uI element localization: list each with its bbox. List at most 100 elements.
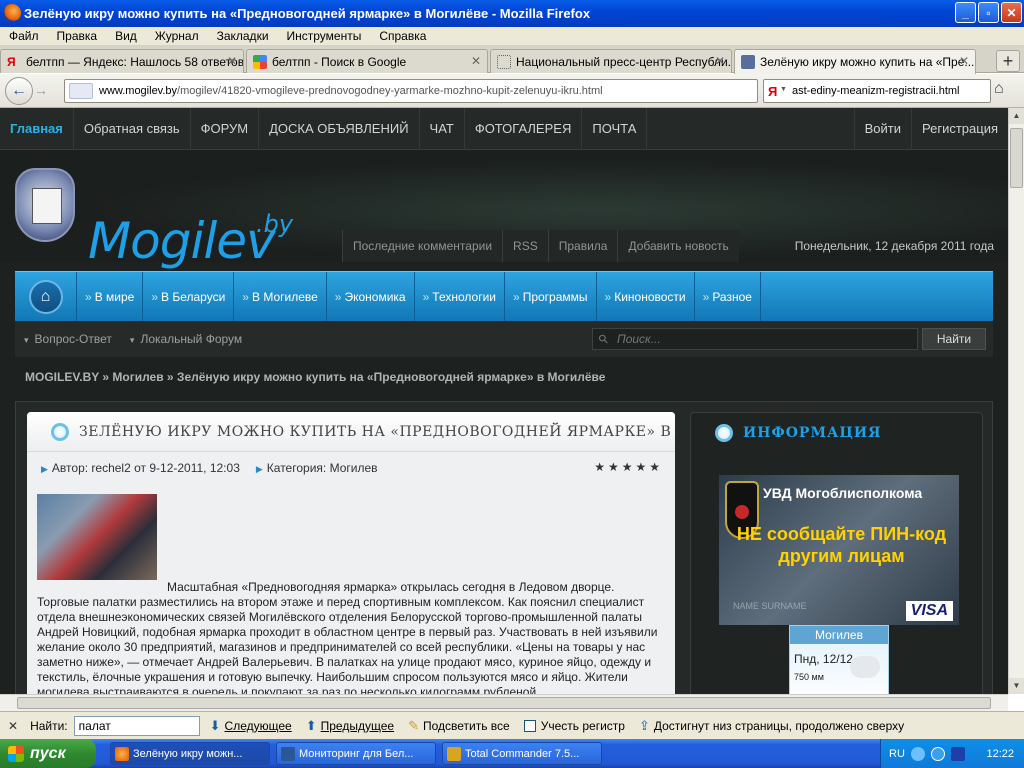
task-firefox[interactable]: Зелёную икру можн... xyxy=(110,742,270,765)
article-photo[interactable] xyxy=(37,494,157,580)
login-link[interactable]: Войти xyxy=(853,108,911,150)
nav-feedback[interactable]: Обратная связь xyxy=(74,108,191,150)
find-close-icon[interactable]: ✕ xyxy=(8,719,18,733)
url-bar[interactable]: www.mogilev.by/mogilev/41820-vmogileve-p… xyxy=(64,79,758,103)
scroll-thumb[interactable] xyxy=(1010,128,1023,188)
info-sidebar: ИНФОРМАЦИЯ УВД Могоблисполкома НЕ сообща… xyxy=(690,412,983,694)
menu-bookmarks[interactable]: Закладки xyxy=(208,29,278,43)
tray-app-icon[interactable] xyxy=(930,746,945,761)
nav-forum[interactable]: ФОРУМ xyxy=(191,108,260,150)
register-link[interactable]: Регистрация xyxy=(911,108,1008,150)
search-bar[interactable]: Я ▼ ast-ediny-meanizm-registracii.html xyxy=(763,79,991,103)
weather-day: Пнд, 12/12 xyxy=(794,652,853,666)
forward-button[interactable]: → xyxy=(34,82,48,98)
find-status: ⇪ Достигнут низ страницы, продолжено свер… xyxy=(638,717,905,733)
network-icon[interactable] xyxy=(910,746,925,761)
tab-close-icon[interactable]: ✕ xyxy=(959,54,969,68)
menu-edit[interactable]: Правка xyxy=(48,29,107,43)
cat-economy[interactable]: Экономика xyxy=(327,272,415,321)
cat-tech[interactable]: Технологии xyxy=(415,272,505,321)
language-indicator[interactable]: RU xyxy=(889,748,905,760)
cat-world[interactable]: В мире xyxy=(77,272,144,321)
tab-google[interactable]: белтпп - Поиск в Google ✕ xyxy=(246,49,488,73)
find-next-button[interactable]: ⬇ Следующее xyxy=(210,718,292,734)
vertical-scrollbar[interactable]: ▲ ▼ xyxy=(1008,108,1024,694)
new-tab-button[interactable]: + xyxy=(996,50,1020,72)
task-word[interactable]: Мониторинг для Бел... xyxy=(276,742,436,765)
search-value: ast-ediny-meanizm-registracii.html xyxy=(792,85,960,97)
tab-label: Национальный пресс-центр Республи... xyxy=(516,54,732,69)
nav-home[interactable]: Главная xyxy=(0,108,74,150)
horizontal-scrollbar[interactable] xyxy=(0,694,1008,711)
tab-mogilev-active[interactable]: Зелёную икру можно купить на «Пре... ✕ xyxy=(734,49,976,74)
coat-of-arms-logo[interactable] xyxy=(15,168,75,242)
tab-close-icon[interactable]: ✕ xyxy=(715,54,725,68)
site-logo-text[interactable]: Mogilev xyxy=(88,212,276,270)
task-total-commander[interactable]: Total Commander 7.5... xyxy=(442,742,602,765)
cat-mogilev[interactable]: В Могилеве xyxy=(234,272,327,321)
menu-file[interactable]: Файл xyxy=(0,29,48,43)
menu-help[interactable]: Справка xyxy=(370,29,435,43)
start-button[interactable]: пуск xyxy=(0,739,96,768)
qa-link[interactable]: Вопрос-Ответ xyxy=(15,332,121,346)
firefox-icon xyxy=(3,4,21,22)
search-engine-dropdown-icon[interactable]: ▼ xyxy=(780,86,787,93)
category-home-button[interactable]: ⌂ xyxy=(15,272,77,321)
police-banner[interactable]: УВД Могоблисполкома НЕ сообщайте ПИН-код… xyxy=(719,475,959,625)
nav-mail[interactable]: ПОЧТА xyxy=(582,108,648,150)
current-date: Понедельник, 12 декабря 2011 года xyxy=(794,239,994,253)
nav-gallery[interactable]: ФОТОГАЛЕРЕЯ xyxy=(465,108,583,150)
menu-history[interactable]: Журнал xyxy=(146,29,208,43)
url-path: /mogilev/41820-vmogileve-prednovogodney-… xyxy=(177,85,603,97)
house-icon: ⌂ xyxy=(28,279,63,314)
back-button[interactable]: ← xyxy=(5,77,33,105)
article-text: Торговые палатки разместились на втором … xyxy=(37,595,658,694)
home-icon[interactable]: ⌂ xyxy=(994,80,1004,98)
rating-stars[interactable]: ★★★★★ xyxy=(594,460,663,474)
maximize-button[interactable]: ▫ xyxy=(978,2,999,23)
scroll-down-icon[interactable]: ▼ xyxy=(1009,678,1024,694)
window-title: Зелёную икру можно купить на «Преднового… xyxy=(24,6,591,21)
rules-link[interactable]: Правила xyxy=(547,230,618,262)
nav-chat[interactable]: ЧАТ xyxy=(420,108,465,150)
weather-widget[interactable]: Могилев Пнд, 12/12 750 мм xyxy=(789,625,889,694)
windows-taskbar: пуск Зелёную икру можн... Мониторинг для… xyxy=(0,739,1024,768)
cat-programs[interactable]: Программы xyxy=(505,272,597,321)
add-news-link[interactable]: Добавить новость xyxy=(617,230,738,262)
close-button[interactable]: ✕ xyxy=(1001,2,1022,23)
hscroll-thumb[interactable] xyxy=(17,697,991,709)
title-bullet-icon xyxy=(51,422,69,441)
clock[interactable]: 12:22 xyxy=(986,748,1014,760)
tab-close-icon[interactable]: ✕ xyxy=(471,54,481,68)
site-search-button[interactable]: Найти xyxy=(922,328,986,350)
find-prev-button[interactable]: ⬆ Предыдущее xyxy=(306,718,394,734)
tab-yandex[interactable]: Я белтпп — Яндекс: Нашлось 58 ответов ✕ xyxy=(0,49,244,73)
match-case-checkbox[interactable]: Учесть регистр xyxy=(523,719,625,733)
yandex-search-icon[interactable]: Я xyxy=(768,84,777,99)
minimize-button[interactable]: _ xyxy=(955,2,976,23)
cat-belarus[interactable]: В Беларуси xyxy=(143,272,235,321)
cat-misc[interactable]: Разное xyxy=(695,272,761,321)
scroll-up-icon[interactable]: ▲ xyxy=(1009,108,1024,124)
cat-movies[interactable]: Кинонoвости xyxy=(597,272,695,321)
site-identity-icon[interactable] xyxy=(69,83,93,99)
tab-close-icon[interactable]: ✕ xyxy=(227,54,237,68)
tab-press-center[interactable]: Национальный пресс-центр Республи... ✕ xyxy=(490,49,732,73)
local-forum-link[interactable]: Локальный Форум xyxy=(121,332,251,346)
breadcrumb[interactable]: MOGILEV.BY » Могилев » Зелёную икру можн… xyxy=(25,370,605,384)
find-input[interactable] xyxy=(73,715,200,736)
recent-comments-link[interactable]: Последние комментарии xyxy=(342,230,502,262)
url-host: www.mogilev.by xyxy=(99,85,178,97)
menu-view[interactable]: Вид xyxy=(106,29,146,43)
highlighter-icon: ✎ xyxy=(408,717,419,733)
article-title[interactable]: ЗЕЛЁНУЮ ИКРУ МОЖНО КУПИТЬ НА «ПРЕДНОВОГО… xyxy=(79,424,671,440)
mogilev-favicon-icon xyxy=(741,55,755,69)
rss-link[interactable]: RSS xyxy=(502,230,548,262)
article-category[interactable]: Категория: Могилев xyxy=(256,461,378,475)
highlight-all-button[interactable]: ✎ Подсветить все xyxy=(408,718,510,734)
media-player-icon[interactable] xyxy=(950,746,965,761)
site-search-input[interactable]: Поиск... xyxy=(592,328,918,350)
article-author[interactable]: Автор: rechel2 от 9-12-2011, 12:03 xyxy=(41,461,240,475)
nav-board[interactable]: ДОСКА ОБЪЯВЛЕНИЙ xyxy=(259,108,420,150)
menu-tools[interactable]: Инструменты xyxy=(278,29,371,43)
